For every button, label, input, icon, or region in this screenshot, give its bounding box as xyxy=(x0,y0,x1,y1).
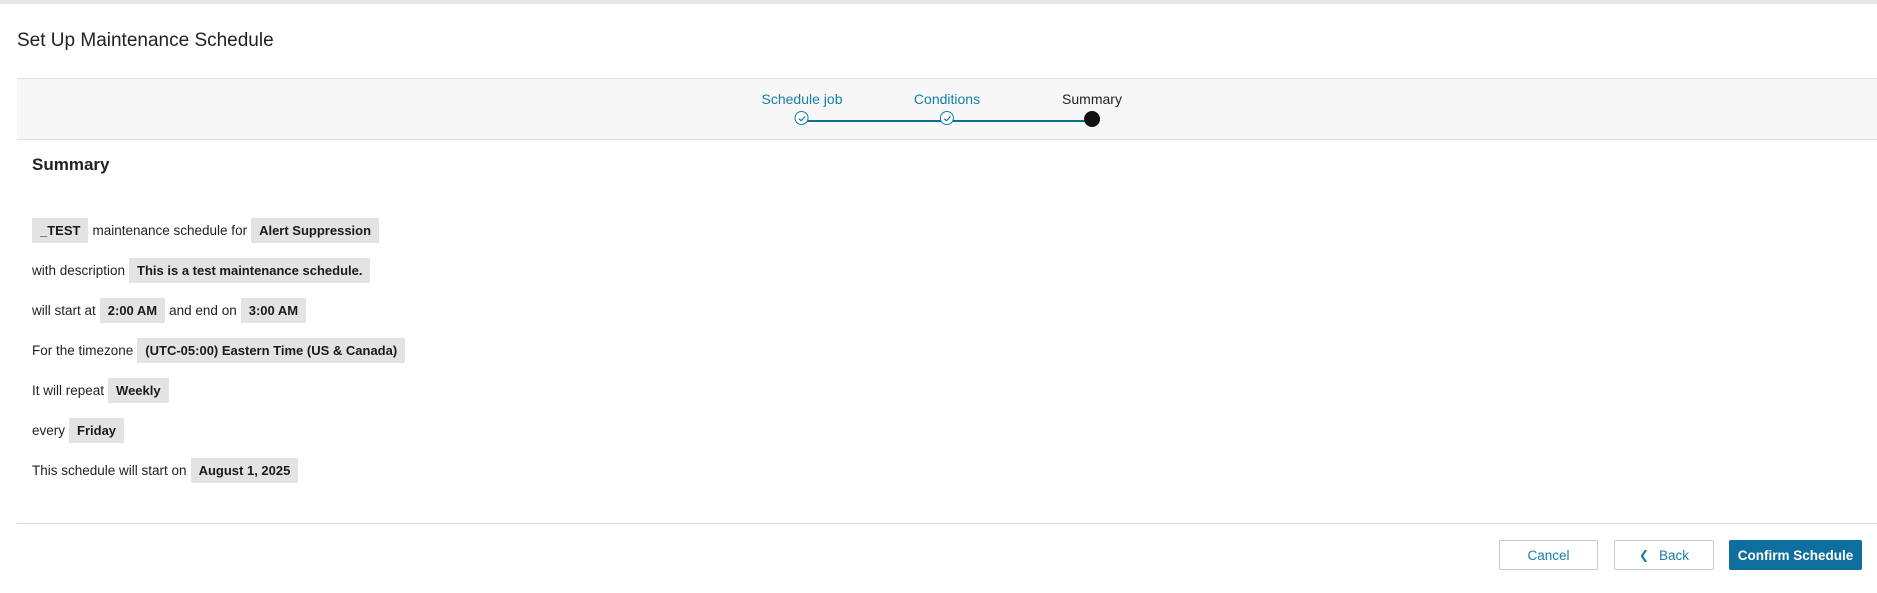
stepper: Schedule job Conditions Summary xyxy=(17,78,1877,140)
summary-lines: _TEST maintenance schedule for Alert Sup… xyxy=(32,210,409,490)
end-time-chip: 3:00 AM xyxy=(240,297,307,323)
schedule-name-chip: _TEST xyxy=(32,217,89,243)
summary-line-description: with description This is a test maintena… xyxy=(32,250,409,290)
start-date-chip: August 1, 2025 xyxy=(190,457,299,483)
confirm-schedule-button[interactable]: Confirm Schedule xyxy=(1729,540,1862,570)
day-chip: Friday xyxy=(69,417,125,443)
chevron-left-icon: ❮ xyxy=(1638,548,1650,562)
check-icon xyxy=(794,111,809,125)
summary-text: It will repeat xyxy=(32,382,105,398)
repeat-chip: Weekly xyxy=(108,377,169,403)
summary-line-repeat: It will repeat Weekly xyxy=(32,370,409,410)
window-top-border xyxy=(0,0,1877,4)
step-schedule-job-label[interactable]: Schedule job xyxy=(762,91,843,107)
summary-line-timezone: For the timezone (UTC-05:00) Eastern Tim… xyxy=(32,330,409,370)
summary-text: maintenance schedule for xyxy=(92,222,248,238)
start-time-chip: 2:00 AM xyxy=(99,297,166,323)
summary-text: For the timezone xyxy=(32,342,134,358)
summary-line-times: will start at 2:00 AM and end on 3:00 AM xyxy=(32,290,409,330)
back-button[interactable]: ❮ Back xyxy=(1614,540,1714,570)
check-icon xyxy=(940,111,954,125)
summary-line-day: every Friday xyxy=(32,410,409,450)
confirm-button-label: Confirm Schedule xyxy=(1737,547,1854,563)
back-button-label: Back xyxy=(1659,547,1690,563)
step-summary-label: Summary xyxy=(1062,91,1122,107)
summary-line-name: _TEST maintenance schedule for Alert Sup… xyxy=(32,210,409,250)
cancel-button[interactable]: Cancel xyxy=(1499,540,1598,570)
step-summary: Summary xyxy=(1062,91,1122,127)
summary-text: every xyxy=(32,422,66,438)
summary-text: with description xyxy=(32,262,126,278)
schedule-type-chip: Alert Suppression xyxy=(251,217,380,243)
cancel-button-label: Cancel xyxy=(1527,547,1570,563)
summary-line-start-date: This schedule will start on August 1, 20… xyxy=(32,450,409,490)
description-chip: This is a test maintenance schedule. xyxy=(129,257,371,283)
step-conditions[interactable]: Conditions xyxy=(914,91,980,125)
summary-heading: Summary xyxy=(32,155,110,174)
step-conditions-label[interactable]: Conditions xyxy=(914,91,980,107)
footer-divider xyxy=(17,523,1877,524)
timezone-chip: (UTC-05:00) Eastern Time (US & Canada) xyxy=(137,337,406,363)
summary-text: and end on xyxy=(169,302,237,318)
page-title: Set Up Maintenance Schedule xyxy=(17,30,274,51)
step-schedule-job[interactable]: Schedule job xyxy=(762,91,843,125)
summary-text: This schedule will start on xyxy=(32,462,187,478)
current-step-dot-icon xyxy=(1084,111,1100,127)
summary-text: will start at xyxy=(32,302,96,318)
